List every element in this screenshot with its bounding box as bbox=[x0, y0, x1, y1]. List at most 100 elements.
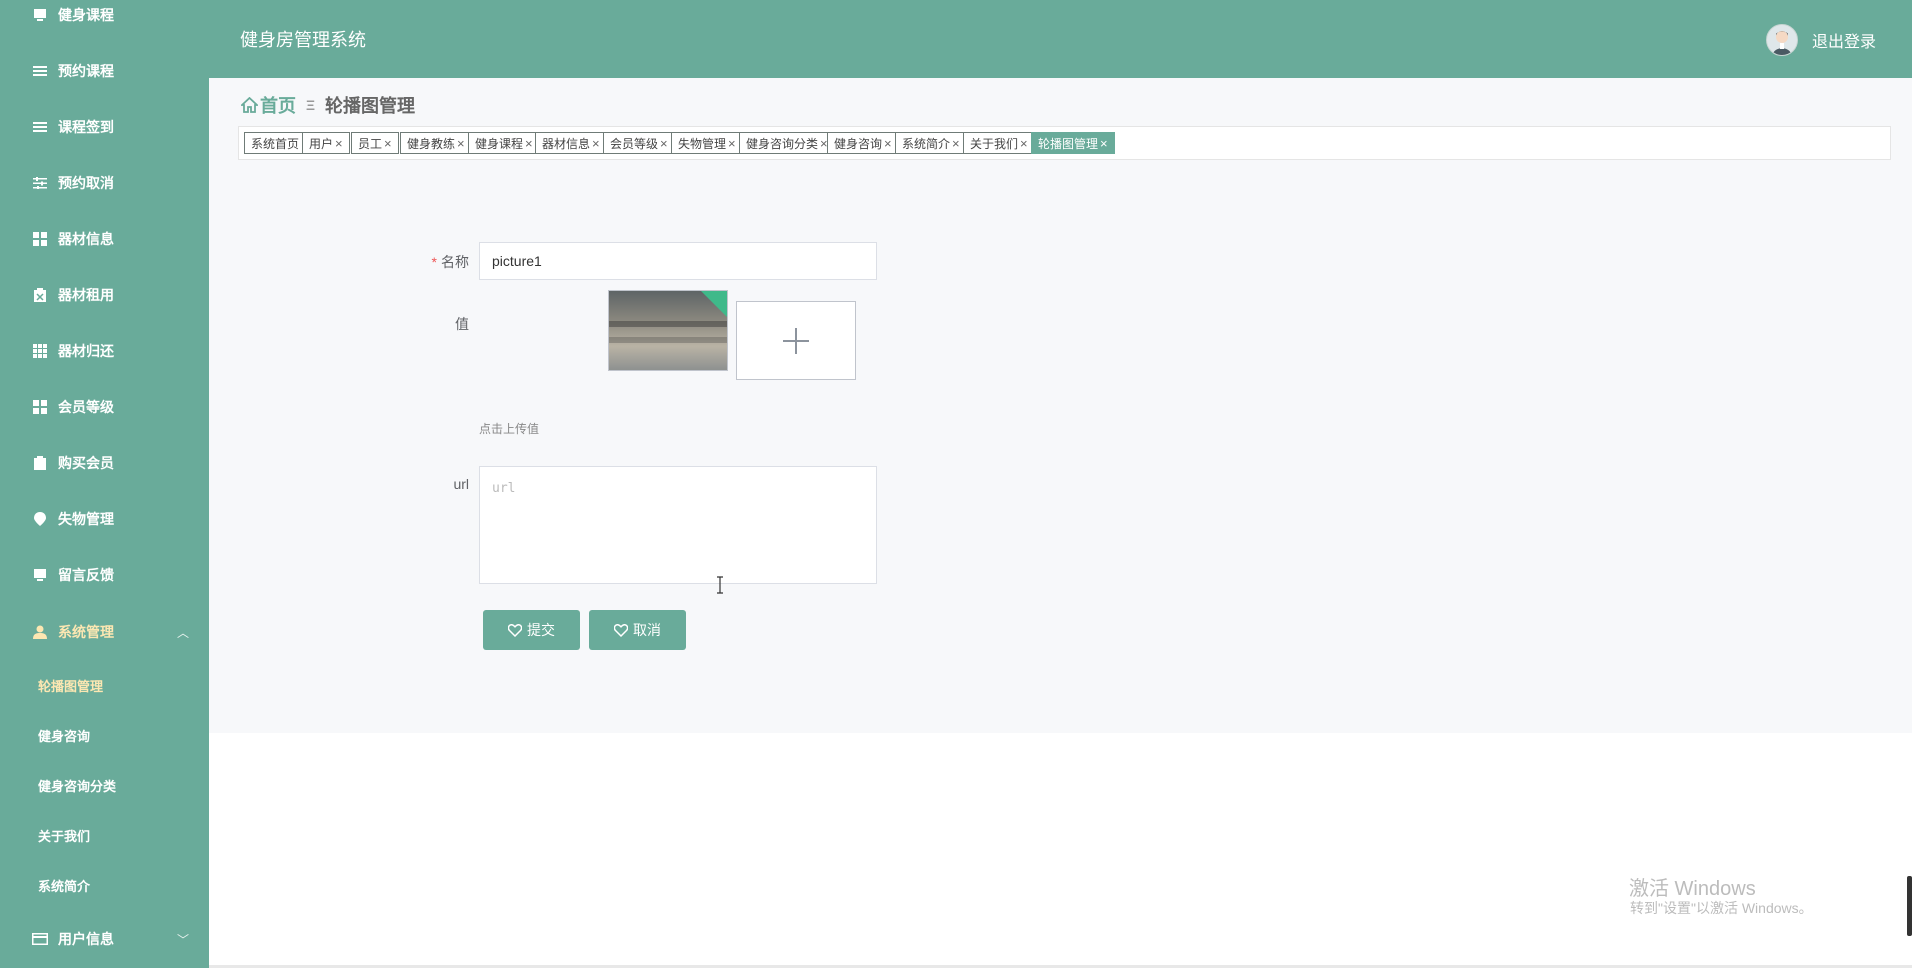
cancel-label: 取消 bbox=[633, 622, 661, 638]
close-icon[interactable]: × bbox=[660, 136, 668, 151]
name-label-text: 名称 bbox=[441, 254, 469, 270]
tab-fitness-consult[interactable]: 健身咨询 × bbox=[827, 132, 899, 154]
name-input[interactable]: picture1 bbox=[479, 242, 877, 280]
sidebar-subitem-label: 健身咨询 bbox=[38, 728, 91, 744]
main-content: 首页 Ξ 轮播图管理 系统首页 用户 × 员工 × 健身教练 × 健身课程 × 器材信息… bbox=[209, 78, 1912, 733]
tab-member-level[interactable]: 会员等级 × bbox=[603, 132, 675, 154]
monitor-icon bbox=[32, 7, 48, 23]
sidebar-subitem-label: 健身咨询分类 bbox=[38, 778, 117, 794]
tab-lost-found[interactable]: 失物管理 × bbox=[671, 132, 743, 154]
close-icon[interactable]: × bbox=[335, 136, 343, 151]
sidebar-item-label: 器材归还 bbox=[58, 343, 114, 359]
upload-button[interactable] bbox=[736, 301, 856, 380]
tab-label: 健身教练 bbox=[407, 136, 456, 151]
grid-icon bbox=[32, 231, 48, 247]
home-icon bbox=[241, 97, 258, 113]
tab-consult-category[interactable]: 健身咨询分类 × bbox=[739, 132, 835, 154]
sidebar-item-lost-found[interactable]: 失物管理 bbox=[0, 499, 209, 539]
sidebar-item-label: 购买会员 bbox=[58, 455, 114, 471]
logout-button[interactable]: 退出登录 bbox=[1812, 28, 1876, 52]
sidebar-item-user-info[interactable]: 用户信息 ﹀ bbox=[0, 919, 209, 959]
name-label: * 名称 bbox=[409, 252, 469, 272]
url-placeholder: url bbox=[492, 481, 516, 496]
tab-label: 健身咨询 bbox=[834, 136, 883, 151]
sidebar-item-label: 预约取消 bbox=[58, 175, 114, 191]
windows-activation-title: 激活 Windows bbox=[1629, 878, 1756, 900]
sidebar-item-buy-membership[interactable]: 购买会员 bbox=[0, 443, 209, 483]
chevron-up-icon: ︿ bbox=[176, 625, 189, 640]
list-icon bbox=[32, 119, 48, 135]
pin-icon bbox=[32, 511, 48, 527]
uploaded-image-thumbnail[interactable] bbox=[608, 290, 728, 371]
sidebar-item-label: 课程签到 bbox=[58, 119, 114, 135]
tab-system-intro[interactable]: 系统简介 × bbox=[895, 132, 967, 154]
scrollbar[interactable] bbox=[1907, 876, 1912, 936]
sidebar-item-system-management[interactable]: 系统管理 ︿ bbox=[0, 612, 209, 652]
sidebar-item-carousel[interactable]: 轮播图管理 bbox=[0, 668, 209, 702]
breadcrumb-current: 轮播图管理 bbox=[325, 96, 416, 116]
url-label: url bbox=[453, 476, 469, 492]
tab-label: 轮播图管理 bbox=[1038, 136, 1099, 151]
submit-label: 提交 bbox=[527, 622, 555, 638]
tab-carousel[interactable]: 轮播图管理 × bbox=[1031, 132, 1115, 154]
tab-label: 健身课程 bbox=[475, 136, 524, 151]
sidebar-item-consult-category[interactable]: 健身咨询分类 bbox=[0, 768, 209, 802]
required-mark: * bbox=[431, 254, 437, 270]
tab-coach[interactable]: 健身教练 × bbox=[400, 132, 472, 154]
tab-label: 会员等级 bbox=[610, 136, 659, 151]
sidebar-subitem-label: 系统简介 bbox=[38, 878, 91, 894]
sidebar-item-label: 器材信息 bbox=[58, 231, 114, 247]
tab-about-us[interactable]: 关于我们 × bbox=[963, 132, 1035, 154]
sidebar-item-feedback[interactable]: 留言反馈 bbox=[0, 555, 209, 595]
sidebar-item-course-checkin[interactable]: 课程签到 bbox=[0, 107, 209, 147]
top-header: 健身房管理系统 退出登录 bbox=[209, 0, 1912, 78]
sidebar-item-equipment-info[interactable]: 器材信息 bbox=[0, 219, 209, 259]
sidebar-item-about-us[interactable]: 关于我们 bbox=[0, 818, 209, 852]
breadcrumb-home[interactable]: 首页 bbox=[241, 92, 296, 118]
close-icon[interactable]: × bbox=[884, 136, 892, 151]
monitor-icon bbox=[32, 567, 48, 583]
cancel-button[interactable]: 取消 bbox=[589, 610, 686, 650]
close-icon[interactable]: × bbox=[728, 136, 736, 151]
close-icon[interactable]: × bbox=[384, 136, 392, 151]
tab-label: 失物管理 bbox=[678, 136, 727, 151]
close-icon[interactable]: × bbox=[457, 136, 465, 151]
sidebar-item-equipment-rent[interactable]: 器材租用 bbox=[0, 275, 209, 315]
tab-fitness-course[interactable]: 健身课程 × bbox=[468, 132, 540, 154]
avatar-icon bbox=[1773, 31, 1791, 55]
tab-system-home[interactable]: 系统首页 bbox=[244, 132, 307, 154]
avatar[interactable] bbox=[1766, 24, 1798, 56]
sidebar-item-label: 会员等级 bbox=[58, 399, 114, 415]
user-icon bbox=[32, 624, 48, 640]
sidebar-item-label: 留言反馈 bbox=[58, 567, 114, 583]
sidebar-item-fitness-consult[interactable]: 健身咨询 bbox=[0, 718, 209, 752]
url-textarea[interactable]: url bbox=[479, 466, 877, 584]
close-icon[interactable]: × bbox=[952, 136, 960, 151]
sidebar-item-label: 预约课程 bbox=[58, 63, 114, 79]
sidebar-item-book-course[interactable]: 预约课程 bbox=[0, 51, 209, 91]
tab-equipment-info[interactable]: 器材信息 × bbox=[535, 132, 607, 154]
table-icon bbox=[32, 343, 48, 359]
sidebar-item-system-intro[interactable]: 系统简介 bbox=[0, 868, 209, 902]
list-icon bbox=[32, 63, 48, 79]
tab-staff[interactable]: 员工 × bbox=[351, 132, 399, 154]
chevron-down-icon: ﹀ bbox=[176, 932, 189, 947]
close-icon[interactable]: × bbox=[1020, 136, 1028, 151]
tab-bar: 系统首页 用户 × 员工 × 健身教练 × 健身课程 × 器材信息 × 会员等级 × 失物管… bbox=[238, 126, 1891, 160]
sidebar-item-member-level[interactable]: 会员等级 bbox=[0, 387, 209, 427]
sidebar-item-fitness-course[interactable]: 健身课程 bbox=[0, 0, 209, 35]
sidebar-item-equipment-return[interactable]: 器材归还 bbox=[0, 331, 209, 371]
close-icon[interactable]: × bbox=[525, 136, 533, 151]
breadcrumb-home-label: 首页 bbox=[260, 96, 296, 116]
sliders-icon bbox=[32, 175, 48, 191]
sidebar-item-cancel-booking[interactable]: 预约取消 bbox=[0, 163, 209, 203]
close-icon[interactable]: × bbox=[592, 136, 600, 151]
tab-user[interactable]: 用户 × bbox=[302, 132, 350, 154]
submit-button[interactable]: 提交 bbox=[483, 610, 580, 650]
sidebar-item-label: 用户信息 bbox=[58, 931, 114, 947]
close-icon[interactable]: × bbox=[1100, 136, 1108, 151]
plus-icon bbox=[783, 327, 809, 354]
heart-icon bbox=[614, 623, 628, 637]
success-corner-icon bbox=[701, 291, 727, 317]
sidebar-item-label: 健身课程 bbox=[58, 7, 114, 23]
